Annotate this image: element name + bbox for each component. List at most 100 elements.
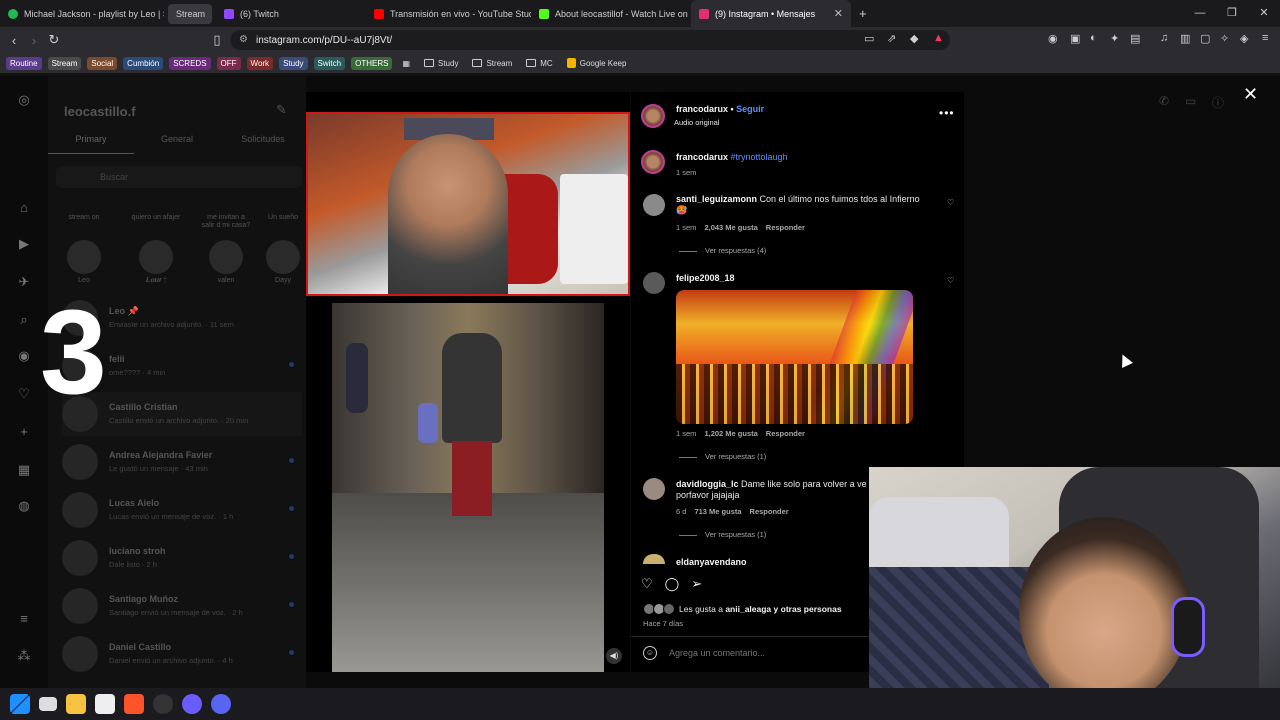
brave-icon[interactable] [124,694,144,714]
tab-twitch[interactable]: (6) Twitch [216,0,366,27]
comment-like-icon[interactable]: ♡ [947,198,954,207]
brave-rewards-icon[interactable]: ▲ [933,32,944,44]
share-icon[interactable]: ➢ [691,576,702,592]
chat-row[interactable]: Lucas Aielo Lucas envió un mensaje de voz… [62,488,302,532]
reload-icon[interactable]: ↻ [44,32,64,48]
extension-2-icon[interactable]: ▣ [1070,32,1080,45]
create-icon[interactable]: + [16,424,32,440]
reels-icon[interactable]: ▶ [16,236,32,252]
bookmark-stream[interactable]: Stream [47,56,82,70]
new-tab-button[interactable]: + [851,0,875,27]
add-comment-input[interactable] [669,648,869,658]
bookmark-others[interactable]: OTHERS [351,56,393,70]
bookmark-google-keep[interactable]: Google Keep [563,56,631,70]
profile-icon[interactable]: ◍ [16,498,32,514]
notifications-icon[interactable]: ♡ [16,386,32,402]
vpn-icon[interactable]: ◈ [1240,32,1248,45]
avatar[interactable] [643,478,665,500]
dashboard-icon[interactable]: ▦ [16,462,32,478]
note-item[interactable]: quiero un afajer 𝑳𝒐𝒖𝒓 🕯 [130,214,182,285]
store-icon[interactable] [95,694,115,714]
home-icon[interactable]: ⌂ [16,200,32,216]
note-item[interactable]: Un sueño Dayy [263,214,303,284]
extension-3-icon[interactable]: ◐ [1090,32,1097,44]
meta-apps-icon[interactable]: ⁂ [16,648,32,664]
bookmark-grid-icon[interactable]: ▦ [398,57,414,70]
bookmark-screds[interactable]: SCREDS [169,56,211,70]
music-icon[interactable]: ♫ [1160,32,1168,44]
emoji-icon[interactable]: ☺ [643,646,657,660]
tab-instagram[interactable]: (9) Instagram • Mensajes ✕ [691,0,851,27]
view-replies-link[interactable]: Ver respuestas (1) [679,530,766,539]
author-avatar[interactable] [641,150,665,174]
like-icon[interactable]: ♡ [641,576,653,592]
more-options-icon[interactable]: ••• [939,106,955,120]
chat-row[interactable]: Andrea Alejandra Favier Le gustó un mensa… [62,440,302,484]
chat-row[interactable]: luciano stroh Dale listo · 2 h [62,536,302,580]
messages-icon[interactable]: ✈ [16,274,32,290]
view-replies-link[interactable]: Ver respuestas (1) [679,452,766,461]
tab-primary[interactable]: Primary [48,134,134,154]
compose-icon[interactable]: ✎ [276,102,287,118]
close-tab-icon[interactable]: ✕ [834,7,843,20]
note-item[interactable]: stream on Leo [58,214,110,284]
bookmark-off[interactable]: OFF [216,56,241,70]
bookmark-work[interactable]: Work [246,56,274,70]
obs-icon[interactable] [153,694,173,714]
volume-icon[interactable]: ◀) [606,648,622,664]
explore-icon[interactable]: ◉ [16,348,32,364]
minimize-icon[interactable]: — [1184,0,1216,27]
sidebar-icon[interactable]: ▥ [1180,32,1190,45]
maximize-icon[interactable]: ❐ [1216,0,1248,27]
tab-kick[interactable]: About leocastillof - Watch Live on Ki [531,0,691,27]
inbox-username[interactable]: leocastillo.f [64,104,136,119]
tab-youtube-studio[interactable]: Transmisión en vivo - YouTube Studio [366,0,531,27]
leo-ai-icon[interactable]: ✧ [1220,32,1229,45]
bookmark-folder-study[interactable]: Study [420,57,462,70]
note-item[interactable]: me invitan a salir d mi casa? valen [200,214,252,284]
file-explorer-icon[interactable] [66,694,86,714]
avatar[interactable] [643,554,665,564]
chat-row[interactable]: Santiago Muñoz Santiago envió un mensaje … [62,584,302,628]
inbox-search-input[interactable]: Buscar [56,166,302,188]
comment-icon[interactable]: ◯ [665,576,680,592]
share-icon[interactable]: ⇗ [887,32,896,45]
search-icon[interactable]: ⌕ [16,312,32,328]
windows-start-icon[interactable] [10,694,30,714]
task-view-icon[interactable] [39,697,57,711]
forward-icon[interactable]: › [24,33,44,48]
audio-label[interactable]: Audio original [674,118,719,127]
wallet-icon[interactable]: ▢ [1200,32,1210,45]
tab-stream-group[interactable]: Stream [168,3,212,24]
close-window-icon[interactable]: ✕ [1248,0,1280,27]
author-avatar[interactable] [641,104,665,128]
avatar[interactable] [643,272,665,294]
bookmark-social[interactable]: Social [87,56,118,70]
tab-spotify[interactable]: Michael Jackson - playlist by Leo | Sp [0,0,164,27]
chat-row[interactable]: Daniel Castillo Daniel envió un archivo a… [62,632,302,676]
bookmark-icon[interactable]: ▯ [207,32,227,48]
instagram-logo-icon[interactable]: ◎ [16,92,32,108]
streamlabs-icon[interactable] [182,694,202,714]
brave-shield-icon[interactable]: ◆ [910,32,918,45]
bookmark-routine[interactable]: Routine [6,56,42,70]
extension-1-icon[interactable]: ◉ [1048,32,1058,45]
extensions-icon[interactable]: ✦ [1110,32,1119,45]
menu-icon[interactable]: ≡ [1262,32,1268,44]
comment-like-icon[interactable]: ♡ [947,276,954,285]
bookmark-folder-stream[interactable]: Stream [468,57,516,70]
tab-general[interactable]: General [134,134,220,154]
avatar[interactable] [643,194,665,216]
reel-video-player[interactable]: ◀) [306,92,630,672]
back-icon[interactable]: ‹ [4,33,24,48]
tab-requests[interactable]: Solicitudes [220,134,306,154]
bookmark-study[interactable]: Study [279,56,308,70]
extension-4-icon[interactable]: ▤ [1130,32,1140,45]
cast-icon[interactable]: ▭ [864,32,874,45]
bookmark-switch[interactable]: Switch [313,56,346,70]
view-replies-link[interactable]: Ver respuestas (4) [679,246,766,255]
url-bar[interactable]: ⚙ instagram.com/p/DU--aU7j8Vt/ [230,30,950,50]
site-settings-icon[interactable]: ⚙ [239,34,248,45]
follow-button[interactable]: Seguir [736,104,764,114]
discord-icon[interactable] [211,694,231,714]
